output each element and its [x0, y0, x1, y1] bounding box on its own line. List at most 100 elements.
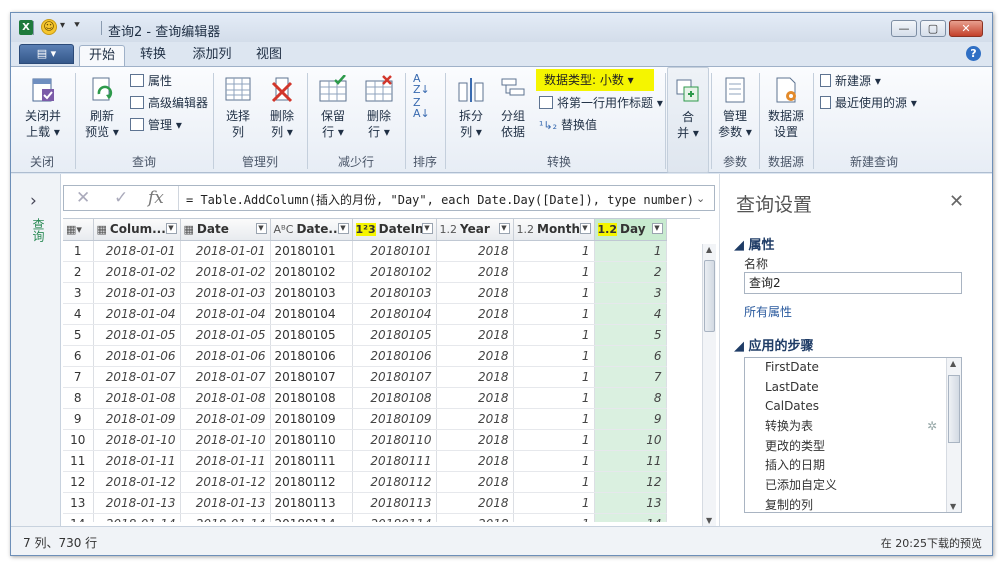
table-cell[interactable]: 2018-01-07 — [93, 366, 181, 388]
table-cell[interactable]: 2018-01-13 — [93, 492, 181, 514]
column-header[interactable]: 1.2 Month ▼ — [513, 219, 595, 241]
table-cell[interactable]: 2018-01-05 — [93, 324, 181, 346]
table-cell[interactable]: 20180110 — [352, 429, 437, 451]
column-type-icon[interactable]: 1.2 — [517, 223, 535, 236]
table-cell[interactable]: 20180112 — [270, 471, 353, 493]
table-row[interactable]: 1 2018-01-01 2018-01-01 20180101 20180101 201… — [63, 240, 700, 262]
recent-sources-button[interactable]: 最近使用的源 ▾ — [820, 95, 917, 111]
table-cell[interactable]: 2018-01-04 — [93, 303, 181, 325]
table-cell[interactable]: 8 — [594, 387, 667, 409]
scroll-up-icon[interactable]: ▲ — [706, 245, 712, 254]
table-cell[interactable]: 20180112 — [352, 471, 437, 493]
table-cell[interactable]: 9 — [594, 408, 667, 430]
scroll-down-icon[interactable]: ▼ — [706, 516, 712, 525]
table-cell[interactable]: 12 — [594, 471, 667, 493]
table-cell[interactable]: 2018 — [436, 366, 514, 388]
table-row[interactable]: 7 2018-01-07 2018-01-07 20180107 20180107 201… — [63, 366, 700, 388]
table-row[interactable]: 9 2018-01-09 2018-01-09 20180109 20180109 201… — [63, 408, 700, 430]
table-cell[interactable]: 2018 — [436, 387, 514, 409]
table-cell[interactable]: 1 — [513, 303, 595, 325]
table-cell[interactable]: 1 — [513, 513, 595, 522]
column-filter-icon[interactable]: ▼ — [498, 223, 510, 234]
queries-pane[interactable]: › 查询 — [11, 174, 61, 526]
table-cell[interactable]: 20180113 — [352, 492, 437, 514]
table-cell[interactable]: 20180109 — [270, 408, 353, 430]
formula-input[interactable]: = Table.AddColumn(插入的月份, "Day", each Dat… — [186, 191, 694, 208]
table-cell[interactable]: 20180106 — [270, 345, 353, 367]
queries-pane-label[interactable]: 查询 — [30, 218, 45, 242]
table-cell[interactable]: 2018-01-09 — [180, 408, 271, 430]
table-row[interactable]: 11 2018-01-11 2018-01-11 20180111 20180111 20… — [63, 450, 700, 472]
step-item[interactable]: LastDate — [745, 378, 961, 398]
all-properties-link[interactable]: 所有属性 — [744, 303, 792, 320]
table-cell[interactable]: 20180111 — [270, 450, 353, 472]
table-cell[interactable]: 2018 — [436, 303, 514, 325]
table-cell[interactable]: 10 — [594, 429, 667, 451]
table-row[interactable]: 12 2018-01-12 2018-01-12 20180112 20180112 20… — [63, 471, 700, 493]
column-header[interactable]: ▦ Date ▼ — [180, 219, 271, 241]
expand-formula-icon[interactable]: ⌄ — [696, 192, 705, 205]
steps-scrollbar[interactable]: ▲ ▼ — [946, 358, 961, 512]
refresh-preview-button[interactable]: 刷新 预览 ▾ — [82, 75, 122, 140]
table-cell[interactable]: 2018-01-04 — [180, 303, 271, 325]
combine-button[interactable]: 合 并 ▾ — [670, 76, 706, 141]
manage-parameters-button[interactable]: 管理 参数 ▾ — [714, 75, 756, 140]
new-source-button[interactable]: 新建源 ▾ — [820, 73, 881, 89]
table-cell[interactable]: 2018-01-08 — [93, 387, 181, 409]
column-filter-icon[interactable]: ▼ — [255, 223, 267, 234]
customize-quick-access-icon[interactable]: ⯆ — [73, 20, 81, 31]
table-cell[interactable]: 2018-01-11 — [180, 450, 271, 472]
column-type-icon[interactable]: AᴮC — [274, 223, 294, 236]
table-row[interactable]: 10 2018-01-10 2018-01-10 20180110 20180110 20… — [63, 429, 700, 451]
table-cell[interactable]: 2018-01-02 — [93, 261, 181, 283]
split-column-button[interactable]: 拆分 列 ▾ — [452, 75, 490, 140]
table-cell[interactable]: 20180104 — [352, 303, 437, 325]
replace-values-button[interactable]: ¹↳₂ 替换值 — [539, 117, 597, 134]
step-item[interactable]: 插入的日期 — [745, 456, 961, 476]
step-settings-gear-icon[interactable]: ✲ — [927, 417, 937, 437]
table-cell[interactable]: 1 — [594, 240, 667, 262]
table-cell[interactable]: 13 — [594, 492, 667, 514]
table-cell[interactable]: 1 — [513, 345, 595, 367]
close-settings-icon[interactable]: ✕ — [949, 191, 964, 212]
applied-steps-list[interactable]: FirstDate LastDate CalDates 转换为表 ✲ 更改的类型 … — [744, 357, 962, 513]
choose-columns-button[interactable]: 选择 列 — [220, 75, 256, 140]
table-cell[interactable]: 1 — [513, 240, 595, 262]
file-menu-button[interactable]: ▤ ▾ — [19, 44, 74, 64]
table-cell[interactable]: 2018 — [436, 282, 514, 304]
table-cell[interactable]: 2018-01-08 — [180, 387, 271, 409]
column-filter-icon[interactable]: ▼ — [421, 223, 433, 234]
sort-ascending-icon[interactable]: A Z↓ — [413, 73, 430, 95]
step-item[interactable]: CalDates — [745, 397, 961, 417]
table-cell[interactable]: 2018-01-01 — [180, 240, 271, 262]
column-filter-icon[interactable]: ▼ — [579, 223, 591, 234]
confirm-formula-icon[interactable]: ✓ — [114, 188, 128, 208]
close-window-button[interactable]: ✕ — [949, 20, 983, 37]
table-cell[interactable]: 20180108 — [352, 387, 437, 409]
table-menu-corner[interactable]: ▦▾ — [63, 219, 94, 241]
grid-vertical-scrollbar[interactable]: ▲ ▼ — [702, 244, 716, 526]
table-cell[interactable]: 14 — [594, 513, 667, 522]
column-type-icon[interactable]: 1²3 — [355, 223, 376, 237]
column-filter-icon[interactable]: ▼ — [165, 223, 177, 234]
table-cell[interactable]: 2018 — [436, 429, 514, 451]
table-cell[interactable]: 20180114 — [352, 513, 437, 522]
table-cell[interactable]: 20180111 — [352, 450, 437, 472]
remove-rows-button[interactable]: 删除 行 ▾ — [358, 75, 400, 140]
table-cell[interactable]: 2 — [594, 261, 667, 283]
table-cell[interactable]: 20180101 — [270, 240, 353, 262]
steps-scroll-thumb[interactable] — [948, 375, 960, 443]
table-cell[interactable]: 1 — [513, 261, 595, 283]
smiley-feedback-icon[interactable]: ☺ — [41, 19, 57, 35]
sort-descending-icon[interactable]: Z A↓ — [413, 97, 430, 119]
table-cell[interactable]: 2018-01-01 — [93, 240, 181, 262]
table-cell[interactable]: 2018 — [436, 324, 514, 346]
table-cell[interactable]: 20180106 — [352, 345, 437, 367]
table-cell[interactable]: 2018-01-05 — [180, 324, 271, 346]
table-row[interactable]: 6 2018-01-06 2018-01-06 20180106 20180106 201… — [63, 345, 700, 367]
tab-view[interactable]: 视图 — [251, 45, 287, 66]
table-cell[interactable]: 2018-01-07 — [180, 366, 271, 388]
table-cell[interactable]: 2018 — [436, 408, 514, 430]
help-icon[interactable]: ? — [966, 46, 981, 61]
table-cell[interactable]: 20180110 — [270, 429, 353, 451]
